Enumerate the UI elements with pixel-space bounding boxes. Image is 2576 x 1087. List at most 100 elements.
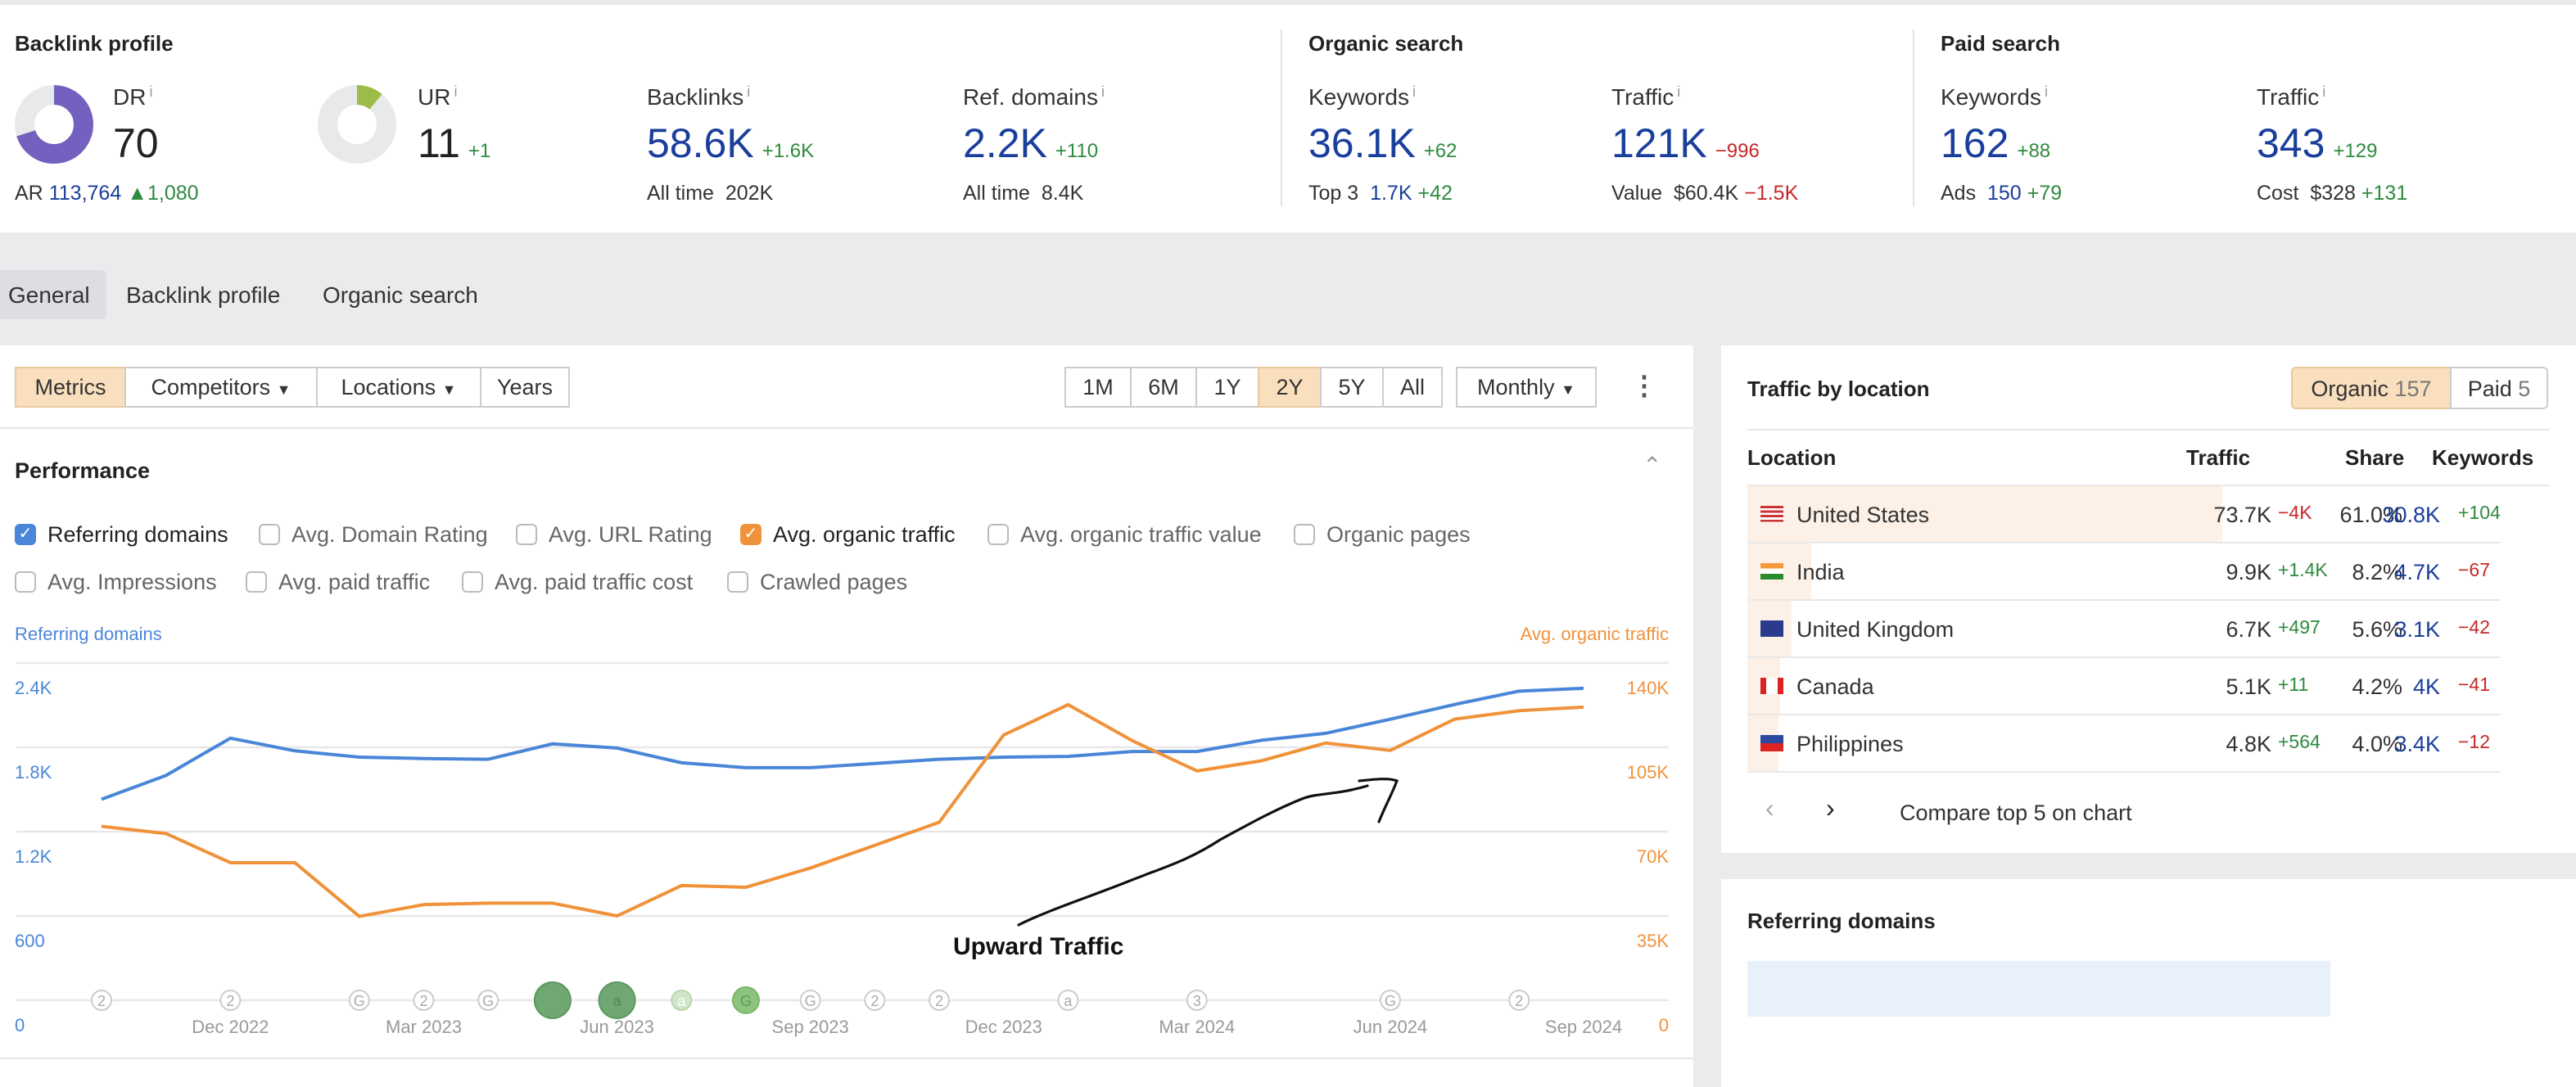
ar-rank: AR 113,764 ▲1,080 [15,182,199,205]
x-tick-label: Sep 2023 [772,1017,849,1037]
traffic-by-location-title: Traffic by location [1747,377,1930,401]
checkbox-icon[interactable] [1294,524,1315,545]
location-row[interactable]: Philippines 4.8K +564 4.0% 3.4K −12 [1747,715,2501,773]
metric-checkbox[interactable]: Avg. URL Rating [516,522,712,547]
range-1m[interactable]: 1M [1064,367,1132,408]
country-name[interactable]: Philippines [1796,732,1904,756]
location-row[interactable]: India 9.9K +1.4K 8.2% 4.7K −67 [1747,544,2501,601]
us-flag-icon [1760,506,1783,522]
paid-ads: Ads 150 +79 [1941,182,2063,205]
checkbox-icon[interactable] [987,524,1009,545]
event-marker-label: 2 [226,993,234,1009]
checkbox-icon[interactable] [516,524,537,545]
range-5y[interactable]: 5Y [1320,367,1384,408]
metric-checkbox[interactable]: ✓ Avg. organic traffic [740,522,956,547]
ca-flag-icon [1760,678,1783,694]
more-options-icon[interactable]: ⋮ [1631,370,1657,403]
paid-traffic-label: Traffic i [2257,83,2326,110]
metric-checkbox[interactable]: Avg. organic traffic value [987,522,1262,547]
event-marker-label: G [1385,993,1396,1009]
metric-label: Avg. paid traffic cost [495,570,694,594]
x-tick-label: Mar 2024 [1159,1017,1235,1037]
metric-checkbox[interactable]: Avg. Impressions [15,570,217,594]
keywords-value[interactable]: 3.1K [2394,617,2440,642]
range-6m[interactable]: 6M [1130,367,1197,408]
event-marker-label: G [354,993,365,1009]
x-tick-label: Dec 2023 [965,1017,1042,1037]
series-line-referring-domains [101,686,1584,801]
info-icon: i [1412,83,1416,100]
backlinks-value[interactable]: 58.6K +1.6K [647,121,814,169]
traffic-value: 73.7K [2213,503,2271,527]
ref-domains-value[interactable]: 2.2K +110 [963,121,1098,169]
x-tick-label: Jun 2023 [580,1017,654,1037]
interval-dropdown[interactable]: Monthly ▼ [1456,367,1597,408]
organic-search-title: Organic search [1308,31,1464,56]
location-row[interactable]: Canada 5.1K +11 4.2% 4K −41 [1747,658,2501,715]
divider [1913,29,1914,206]
country-name[interactable]: India [1796,560,1845,584]
range-2y[interactable]: 2Y [1258,367,1322,408]
years-button[interactable]: Years [480,367,570,408]
metric-label: Organic pages [1326,522,1471,547]
compare-top5-link[interactable]: Compare top 5 on chart [1900,801,2132,825]
ref-domains-label: Ref. domains i [963,83,1105,110]
ur-donut [318,85,396,164]
right-tick-label: 0 [1659,1015,1669,1035]
col-keywords[interactable]: Keywords [2432,445,2533,470]
left-tick-label: 1.2K [15,846,52,867]
share-value: 4.2% [2352,674,2402,699]
paid-toggle[interactable]: Paid 5 [2450,367,2548,409]
checkmark-icon[interactable]: ✓ [15,524,36,545]
metrics-button[interactable]: Metrics [15,367,126,408]
metric-checkbox[interactable]: ✓ Referring domains [15,522,228,547]
tab-backlink-profile[interactable]: Backlink profile [118,270,288,319]
checkbox-icon[interactable] [462,571,483,593]
tab-general[interactable]: General [0,270,106,319]
divider [1281,29,1282,206]
col-traffic[interactable]: Traffic [2186,445,2250,470]
metric-checkbox[interactable]: Organic pages [1294,522,1471,547]
location-row[interactable]: United States 73.7K −4K 61.0% 30.8K +104 [1747,486,2501,544]
metric-checkbox[interactable]: Crawled pages [727,570,907,594]
country-name[interactable]: Canada [1796,674,1874,699]
range-1y[interactable]: 1Y [1195,367,1259,408]
keywords-value[interactable]: 30.8K [2382,503,2440,527]
range-all[interactable]: All [1382,367,1443,408]
competitors-dropdown[interactable]: Competitors ▼ [124,367,318,408]
country-name[interactable]: United States [1796,503,1929,527]
location-row[interactable]: United Kingdom 6.7K +497 5.6% 3.1K −42 [1747,601,2501,658]
keywords-delta: −12 [2458,733,2491,753]
keywords-value[interactable]: 4.7K [2394,560,2440,584]
prev-page-icon[interactable]: ‹ [1765,796,1774,825]
paid-keywords-value[interactable]: 162 +88 [1941,121,2050,169]
organic-keywords-value[interactable]: 36.1K +62 [1308,121,1457,169]
metric-checkbox[interactable]: Avg. paid traffic cost [462,570,693,594]
metric-checkbox[interactable]: Avg. paid traffic [246,570,430,594]
locations-dropdown[interactable]: Locations ▼ [316,367,481,408]
left-tick-label: 600 [15,931,45,951]
keywords-value[interactable]: 4K [2413,674,2440,699]
checkbox-icon[interactable] [259,524,280,545]
checkmark-icon[interactable]: ✓ [740,524,762,545]
checkbox-icon[interactable] [246,571,267,593]
annotation-label: Upward Traffic [953,933,1124,961]
collapse-chevron-icon[interactable]: ⌃ [1643,452,1661,480]
country-name[interactable]: United Kingdom [1796,617,1954,642]
tab-organic-search[interactable]: Organic search [314,270,486,319]
paid-traffic-value[interactable]: 343 +129 [2257,121,2378,169]
checkbox-icon[interactable] [727,571,748,593]
divider [0,427,1693,429]
col-share[interactable]: Share [2345,445,2404,470]
right-tick-label: 35K [1637,931,1669,951]
event-marker-label: 2 [97,993,106,1009]
divider [0,1058,1693,1059]
organic-traffic-value[interactable]: 121K −996 [1611,121,1760,169]
checkbox-icon[interactable] [15,571,36,593]
event-marker[interactable] [533,981,572,1019]
next-page-icon[interactable]: › [1826,796,1835,825]
metric-checkbox[interactable]: Avg. Domain Rating [259,522,488,547]
traffic-delta: +564 [2278,733,2321,753]
keywords-value[interactable]: 3.4K [2394,732,2440,756]
organic-toggle[interactable]: Organic 157 [2291,367,2452,409]
